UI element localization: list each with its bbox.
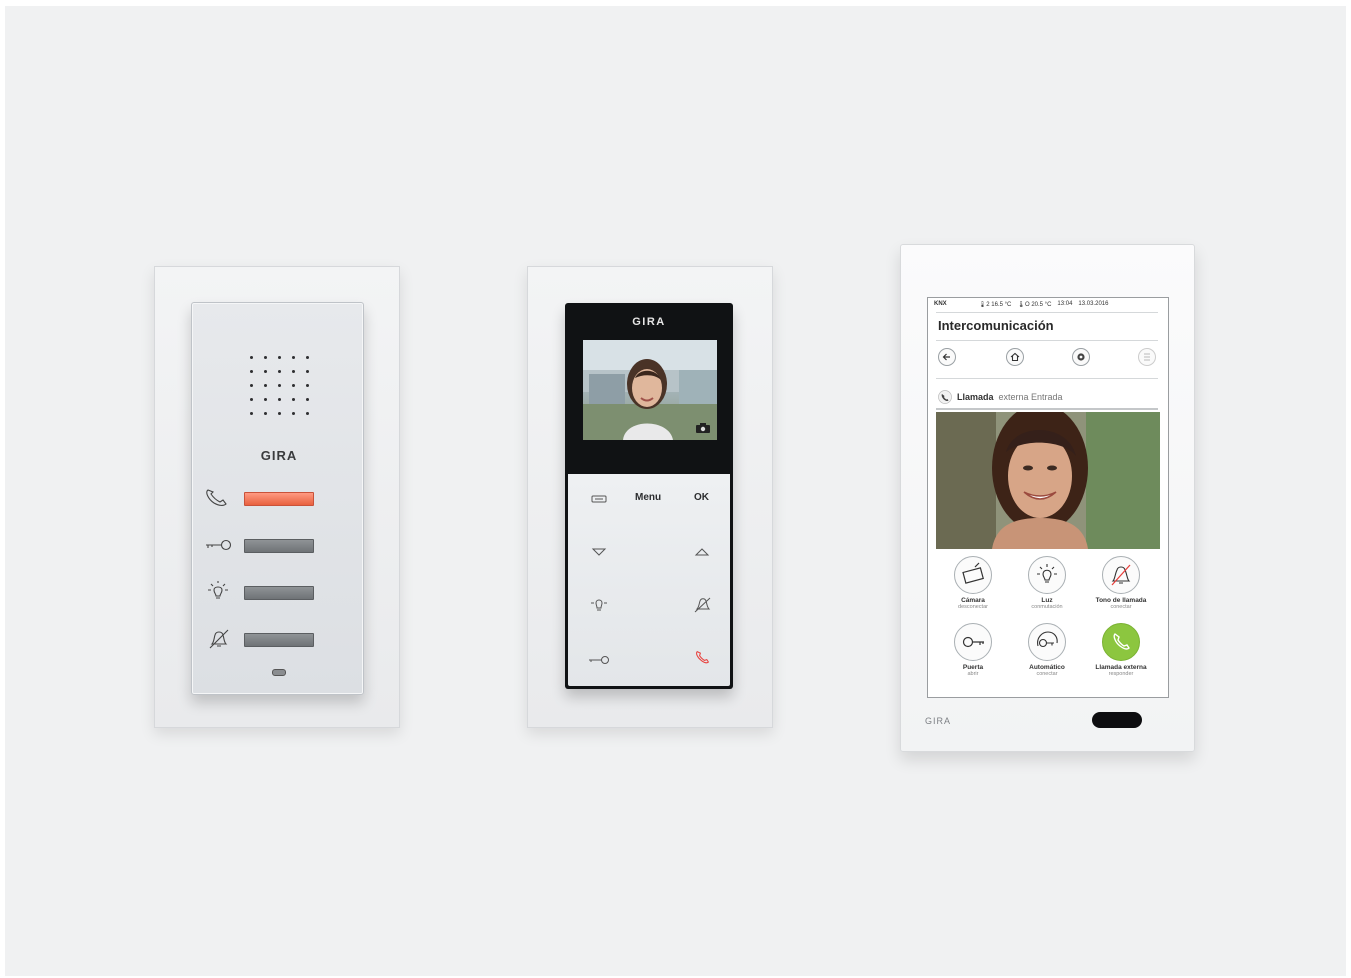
list-icon: [1144, 353, 1150, 361]
camera-button[interactable]: Cámara desconectar: [938, 556, 1008, 610]
system-label: KNX: [934, 301, 947, 307]
handset-button[interactable]: [198, 487, 318, 509]
status-bar: KNX 🌡2 16.5 °C 🌡O 20.5 °C 13:04 13.03.20…: [934, 301, 1164, 308]
handset-icon: [1102, 623, 1140, 661]
camera-icon: [954, 556, 992, 594]
back-arrow-icon: [942, 353, 950, 361]
home-button[interactable]: [1006, 348, 1024, 366]
arrow-up-icon[interactable]: [692, 544, 712, 560]
intercom-icon[interactable]: [589, 491, 609, 507]
speaker-grille: [244, 350, 314, 420]
call-header: Llamada externa Entrada: [938, 390, 1063, 404]
brand-logo: GIRA: [925, 716, 952, 726]
ok-button[interactable]: OK: [694, 492, 709, 503]
call-source: externa Entrada: [998, 392, 1063, 402]
list-button[interactable]: [1138, 348, 1156, 366]
answer-call-sublabel: responder: [1108, 671, 1134, 678]
camera-sublabel: desconectar: [958, 604, 988, 611]
divider: [936, 408, 1158, 410]
back-button[interactable]: [938, 348, 956, 366]
light-button[interactable]: [198, 581, 318, 603]
bell-mute-icon: [209, 629, 229, 649]
divider: [936, 312, 1158, 313]
camera-label: Cámara: [961, 597, 985, 604]
automatic-button[interactable]: Automático conectar: [1012, 623, 1082, 677]
ringtone-label: Tono de llamada: [1095, 597, 1147, 604]
video-screen: [583, 340, 717, 440]
automatic-sublabel: conectar: [1036, 671, 1058, 678]
door-indicator-bar: [244, 539, 314, 553]
menu-button[interactable]: Menu: [635, 492, 661, 503]
light-icon: [1028, 556, 1066, 594]
hangup-icon[interactable]: [692, 650, 712, 666]
page-title: Intercomunicación: [938, 318, 1054, 333]
call-indicator-bar: [244, 492, 314, 506]
touch-panel-screen: KNX 🌡2 16.5 °C 🌡O 20.5 °C 13:04 13.03.20…: [927, 297, 1169, 698]
visitor-video: [936, 412, 1160, 549]
key-icon: [954, 623, 992, 661]
auto-door-icon: [1028, 623, 1066, 661]
clock: 13:04: [1057, 301, 1073, 307]
door-button[interactable]: Puerta abrir: [938, 623, 1008, 677]
key-icon[interactable]: [587, 652, 611, 668]
temperature-2: 🌡O 20.5 °C: [1017, 302, 1052, 308]
door-sublabel: abrir: [967, 671, 979, 678]
key-icon: [206, 539, 232, 551]
light-label: Luz: [1041, 597, 1053, 604]
light-sublabel: conmutación: [1031, 604, 1063, 611]
call-type: Llamada: [957, 392, 994, 402]
mute-indicator-bar: [244, 633, 314, 647]
camera-icon: [696, 423, 710, 433]
door-open-button[interactable]: [198, 534, 318, 556]
door-label: Puerta: [962, 664, 984, 671]
ringtone-button[interactable]: Tono de llamada conectar: [1086, 556, 1156, 610]
handset-icon: [206, 489, 227, 506]
bell-mute-icon[interactable]: [692, 597, 712, 613]
mute-button[interactable]: [198, 628, 318, 650]
divider: [936, 340, 1158, 341]
status-led: [272, 669, 286, 676]
date: 13.03.2016: [1078, 301, 1109, 307]
light-button[interactable]: Luz conmutación: [1012, 556, 1082, 610]
home-icon: [1010, 352, 1020, 362]
settings-button[interactable]: [1072, 348, 1090, 366]
answer-call-button[interactable]: Llamada externa responder: [1086, 623, 1156, 677]
brand-logo: GIRA: [260, 448, 298, 463]
nav-bar: [938, 348, 1160, 366]
gear-icon: [1077, 353, 1085, 361]
arrow-down-icon[interactable]: [589, 544, 609, 560]
proximity-sensor: [1092, 712, 1142, 728]
light-indicator-bar: [244, 586, 314, 600]
brand-logo: GIRA: [632, 316, 666, 328]
light-icon[interactable]: [589, 597, 609, 613]
divider: [936, 378, 1158, 379]
ringtone-sublabel: conectar: [1110, 604, 1132, 611]
handset-icon: [938, 390, 952, 404]
automatic-label: Automático: [1029, 664, 1065, 671]
bell-mute-icon: [1102, 556, 1140, 594]
temperature-1: 🌡2 16.5 °C: [978, 302, 1012, 308]
light-icon: [208, 581, 228, 599]
visitor-video-image: [936, 412, 1160, 549]
answer-call-label: Llamada externa: [1095, 664, 1147, 671]
